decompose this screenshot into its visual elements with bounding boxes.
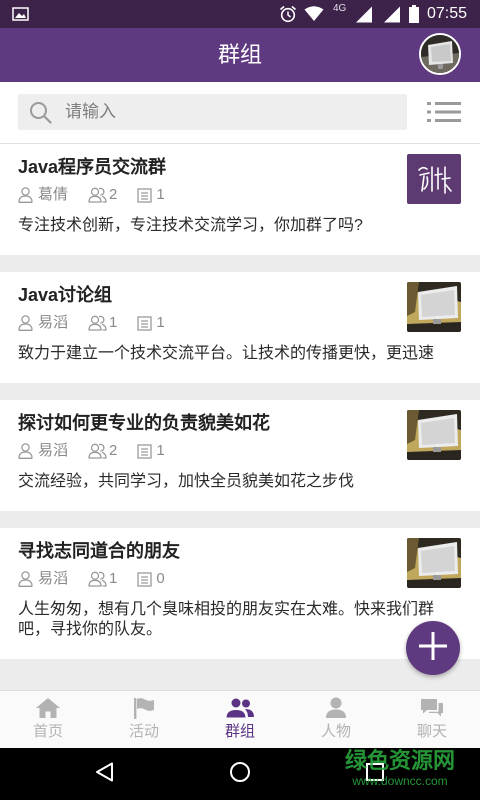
group-posts: 1 xyxy=(137,311,165,335)
group-owner: 易滔 xyxy=(18,311,68,335)
group-members: 1 xyxy=(88,311,117,335)
person-icon xyxy=(18,187,33,203)
post-count: 0 xyxy=(156,570,165,587)
search-bar xyxy=(0,82,480,144)
group-title: Java讨论组 xyxy=(18,285,113,305)
group-members: 1 xyxy=(88,567,117,591)
owner-name: 葛倩 xyxy=(38,186,69,203)
back-icon xyxy=(95,762,115,787)
recents-icon xyxy=(365,762,385,787)
posts-icon xyxy=(137,443,153,459)
search-box[interactable] xyxy=(18,94,407,130)
members-icon xyxy=(88,315,107,331)
bottom-nav: 首页 活动 群组 人物 聊天 xyxy=(0,690,480,748)
group-card[interactable]: Java讨论组 易滔 1 1 致力于建立一个技术交流平台。让技术的传播更快，更迅… xyxy=(0,272,480,383)
home-circle-icon xyxy=(229,761,251,788)
post-count: 1 xyxy=(156,186,165,203)
owner-name: 易滔 xyxy=(38,570,69,587)
group-thumbnail xyxy=(407,538,461,588)
home-button[interactable] xyxy=(220,748,260,800)
group-meta: 易滔 1 1 xyxy=(18,311,462,335)
signal-icon xyxy=(382,0,402,28)
system-nav-bar: 绿色资源网 www.downcc.com xyxy=(0,748,480,800)
members-icon xyxy=(88,443,107,459)
avatar[interactable] xyxy=(419,33,461,75)
group-description: 专注技术创新，专注技术交流学习，你加群了吗? xyxy=(18,217,363,234)
tab-people[interactable]: 人物 xyxy=(288,691,384,748)
group-meta: 葛倩 2 1 xyxy=(18,183,462,207)
alarm-icon xyxy=(278,0,297,28)
group-card[interactable]: Java程序员交流群 葛倩 2 1 专注技术创新，专注技术交流学习，你加群了吗? xyxy=(0,144,480,255)
members-icon xyxy=(88,187,107,203)
tab-label: 人物 xyxy=(320,723,351,740)
group-posts: 1 xyxy=(137,183,165,207)
post-count: 1 xyxy=(156,314,165,331)
gallery-icon xyxy=(11,0,29,28)
tab-label: 活动 xyxy=(128,723,159,740)
flag-icon xyxy=(132,697,156,719)
search-input[interactable] xyxy=(65,94,395,130)
person-icon xyxy=(324,697,348,719)
back-button[interactable] xyxy=(85,748,125,800)
group-description: 人生匆匆，想有几个臭味相投的朋友实在太难。快来我们群吧，寻找你的队友。 xyxy=(18,601,435,638)
group-members: 2 xyxy=(88,439,117,463)
app-header: 群组 xyxy=(0,28,480,82)
group-thumbnail xyxy=(407,410,461,460)
group-title: Java程序员交流群 xyxy=(18,157,167,177)
owner-name: 易滔 xyxy=(38,314,69,331)
status-bar: 4G 07:55 xyxy=(0,0,480,28)
list-icon xyxy=(427,102,461,127)
post-count: 1 xyxy=(156,442,165,459)
group-thumbnail xyxy=(407,282,461,332)
group-posts: 1 xyxy=(137,439,165,463)
plus-icon xyxy=(418,631,448,666)
person-icon xyxy=(18,315,33,331)
group-card[interactable]: 探讨如何更专业的负责貌美如花 易滔 2 1 交流经验，共同学习，加快全员貌美如花… xyxy=(0,400,480,511)
group-thumbnail xyxy=(407,154,461,204)
tab-label: 首页 xyxy=(32,723,63,740)
member-count: 2 xyxy=(109,442,118,459)
person-icon xyxy=(18,571,33,587)
group-meta: 易滔 2 1 xyxy=(18,439,462,463)
group-icon xyxy=(225,697,255,719)
members-icon xyxy=(88,571,107,587)
add-group-button[interactable] xyxy=(406,621,460,675)
group-description: 致力于建立一个技术交流平台。让技术的传播更快，更迅速 xyxy=(18,345,435,362)
clock: 07:55 xyxy=(427,5,468,22)
home-icon xyxy=(35,697,61,719)
list-view-toggle[interactable] xyxy=(427,101,461,123)
group-title: 寻找志同道合的朋友 xyxy=(18,541,180,561)
group-description: 交流经验，共同学习，加快全员貌美如花之步伐 xyxy=(18,473,355,490)
group-members: 2 xyxy=(88,183,117,207)
group-list: Java程序员交流群 葛倩 2 1 专注技术创新，专注技术交流学习，你加群了吗? xyxy=(0,144,480,676)
search-icon xyxy=(29,101,52,124)
group-posts: 0 xyxy=(137,567,165,591)
tab-home[interactable]: 首页 xyxy=(0,691,96,748)
group-title: 探讨如何更专业的负责貌美如花 xyxy=(18,413,270,433)
battery-icon xyxy=(409,0,419,28)
group-owner: 易滔 xyxy=(18,567,68,591)
member-count: 1 xyxy=(109,570,118,587)
owner-name: 易滔 xyxy=(38,442,69,459)
network-type: 4G xyxy=(333,3,347,14)
chat-icon xyxy=(419,697,445,719)
signal-icon xyxy=(354,0,374,28)
posts-icon xyxy=(137,187,153,203)
page-title: 群组 xyxy=(217,42,262,67)
posts-icon xyxy=(137,571,153,587)
tab-chat[interactable]: 聊天 xyxy=(384,691,480,748)
group-meta: 易滔 1 0 xyxy=(18,567,462,591)
member-count: 2 xyxy=(109,186,118,203)
posts-icon xyxy=(137,315,153,331)
tab-label: 聊天 xyxy=(416,723,447,740)
group-owner: 易滔 xyxy=(18,439,68,463)
member-count: 1 xyxy=(109,314,118,331)
wifi-icon xyxy=(303,0,324,28)
tab-activities[interactable]: 活动 xyxy=(96,691,192,748)
group-owner: 葛倩 xyxy=(18,183,68,207)
tab-label: 群组 xyxy=(224,723,255,740)
recents-button[interactable] xyxy=(355,748,395,800)
tab-groups[interactable]: 群组 xyxy=(192,691,288,748)
person-icon xyxy=(18,443,33,459)
